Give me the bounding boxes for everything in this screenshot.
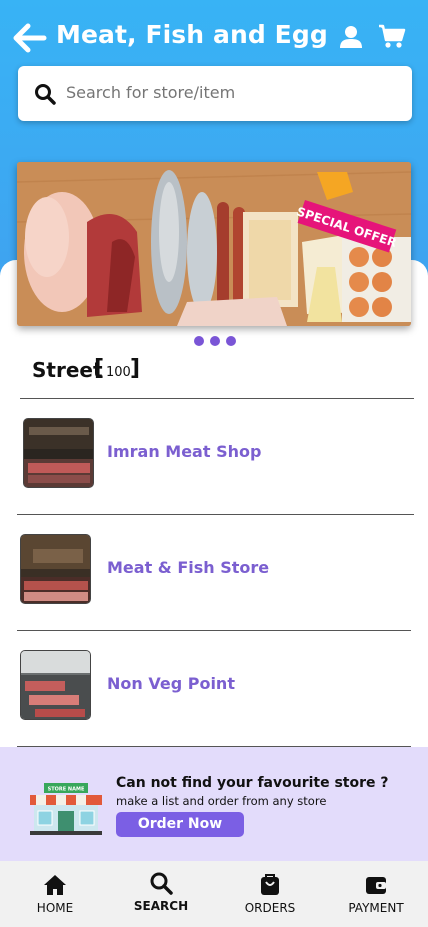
store-name: Imran Meat Shop [107,442,262,461]
page-title: Meat, Fish and Egg [56,20,328,49]
store-sign-text: STORE NAME [48,787,85,793]
store-item-imran-meat-shop[interactable]: Imran Meat Shop [23,418,413,498]
user-icon[interactable] [338,24,364,50]
promo-title: Can not find your favourite store ? [116,775,389,791]
wallet-icon [364,873,388,897]
search-input[interactable] [66,83,386,102]
promo-subtitle: make a list and order from any store [116,794,327,808]
order-now-button[interactable]: Order Now [116,812,244,837]
carousel-dot[interactable] [194,336,204,346]
nav-home[interactable]: HOME [10,861,100,927]
carousel-dots[interactable] [190,336,240,348]
nav-label: SEARCH [133,899,189,913]
divider [20,398,414,399]
bracket-open: [ [94,356,105,381]
nav-label: ORDERS [244,901,296,915]
store-item-non-veg-point[interactable]: Non Veg Point [20,650,410,730]
cart-icon[interactable] [378,24,406,50]
nav-label: HOME [36,901,74,915]
street-count: 100 [106,365,131,380]
promo-banner[interactable]: SPECIAL OFFER [17,162,411,326]
carousel-dot[interactable] [226,336,236,346]
bracket-close: ] [130,356,141,381]
search-bar[interactable] [18,66,412,121]
bottom-nav: HOME SEARCH ORDERS PAYMENT [0,861,428,927]
street-label: Street [32,358,103,382]
carousel-dot[interactable] [210,336,220,346]
meat-fish-egg-image: SPECIAL OFFER [17,162,411,326]
store-thumbnail [20,650,91,720]
app-header: Meat, Fish and Egg [0,0,428,76]
store-thumbnail [20,534,91,604]
home-icon [43,873,67,897]
arrow-left-icon[interactable] [12,22,48,54]
store-front-illustration: STORE NAME [30,783,102,835]
store-name: Non Veg Point [107,674,235,693]
shopping-bag-icon [258,873,282,897]
store-item-meat-fish-store[interactable]: Meat & Fish Store [20,534,410,614]
nav-search[interactable]: SEARCH [116,861,206,927]
store-thumbnail [23,418,94,488]
store-name: Meat & Fish Store [107,558,270,577]
nav-orders[interactable]: ORDERS [225,861,315,927]
search-icon [149,871,173,895]
nav-payment[interactable]: PAYMENT [331,861,421,927]
street-header: Street [ 100 ] [32,356,412,386]
search-icon [34,83,56,105]
nav-label: PAYMENT [348,901,404,915]
divider [17,630,411,631]
find-store-promo: STORE NAME Can not find your favourite s… [0,747,428,861]
divider [17,514,414,515]
